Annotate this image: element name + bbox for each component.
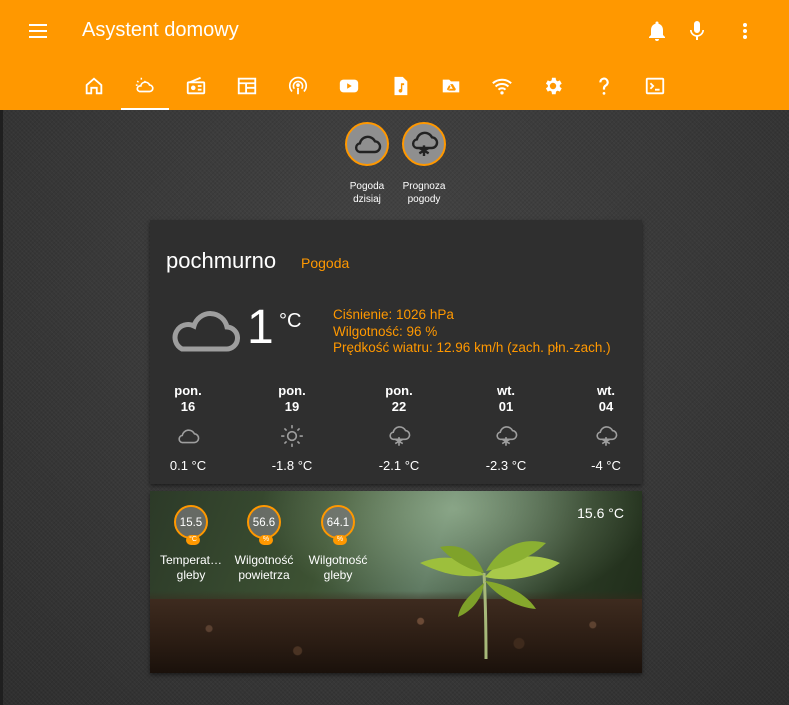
sunny-icon — [281, 425, 303, 447]
more-vert-icon[interactable] — [733, 19, 757, 43]
forecast-day: pon. 22 -2.1 °C — [359, 383, 439, 473]
cloud-icon — [172, 311, 240, 352]
wifi-icon — [492, 78, 512, 95]
tab-home[interactable] — [70, 66, 118, 110]
cloud-icon — [178, 429, 200, 444]
forecast-temp: -2.3 °C — [485, 458, 527, 473]
app-header: Asystent domowy — [0, 0, 789, 110]
forecast-day-name: wt. — [596, 383, 616, 398]
dashboard-icon — [237, 77, 257, 95]
today-weather-button[interactable]: Pogoda dzisiaj — [337, 122, 397, 206]
music-file-icon — [394, 76, 408, 96]
forecast-temp: -1.8 °C — [271, 458, 313, 473]
current-temperature: 1 — [247, 301, 274, 354]
sensor-label: gleby — [323, 568, 353, 582]
weather-attributes: Ciśnienie: 1026 hPa Wilgotność: 96 % Prę… — [333, 307, 611, 357]
forecast-date: 16 — [180, 399, 196, 414]
sensor-unit: °C — [186, 535, 200, 545]
wind-speed: Prędkość wiatru: 12.96 km/h (zach. płn.-… — [333, 340, 611, 355]
forecast-day: wt. 01 -2.3 °C — [466, 383, 546, 473]
tab-music-files[interactable] — [376, 66, 424, 110]
forecast-date: 19 — [284, 399, 300, 414]
air-humidity-sensor[interactable]: 56.6 % Wilgotność powietrza — [226, 505, 302, 583]
sensor-value: 64.1 — [326, 517, 350, 529]
tab-weather[interactable] — [121, 66, 169, 110]
forecast-day: pon. 16 0.1 °C — [148, 383, 228, 473]
today-weather-label-2: dzisiaj — [353, 194, 381, 205]
bell-icon[interactable] — [645, 19, 669, 43]
soil-humidity-sensor[interactable]: 64.1 % Wilgotność gleby — [300, 505, 376, 583]
forecast-day-name: pon. — [278, 383, 306, 398]
tab-bar — [70, 66, 770, 110]
tab-radio[interactable] — [172, 66, 220, 110]
tab-settings[interactable] — [529, 66, 577, 110]
sensor-unit: % — [259, 535, 273, 545]
youtube-icon — [339, 79, 359, 93]
left-edge — [0, 110, 3, 705]
forecast-temp: -2.1 °C — [378, 458, 420, 473]
tab-dashboard[interactable] — [223, 66, 271, 110]
app-title: Asystent domowy — [82, 19, 239, 41]
humidity: Wilgotność: 96 % — [333, 323, 438, 339]
forecast-date: 01 — [498, 399, 514, 414]
home-icon — [85, 77, 103, 95]
forecast-temp: 0.1 °C — [169, 458, 207, 473]
google-drive-folder-icon — [442, 79, 460, 93]
forecast-label-2: pogody — [407, 194, 441, 205]
tab-google-drive[interactable] — [427, 66, 475, 110]
sensor-label: Wilgotność — [308, 553, 368, 567]
tab-console[interactable] — [631, 66, 679, 110]
tab-youtube[interactable] — [325, 66, 373, 110]
radio-icon — [186, 76, 206, 95]
weather-entity-name: Pogoda — [301, 255, 350, 271]
microphone-icon[interactable] — [685, 19, 709, 43]
soil-temperature-sensor[interactable]: 15.5 °C Temperat… gleby — [153, 505, 229, 583]
temperature-unit: °C — [279, 310, 302, 332]
snow-icon — [596, 426, 618, 446]
snow-icon — [389, 426, 411, 446]
forecast-label-1: Prognoza — [402, 181, 446, 192]
garden-sensors-card: 15.6 °C 15.5 °C Temperat… gleby 56.6 % Wi… — [150, 491, 642, 673]
snow-icon — [496, 426, 518, 446]
weather-card[interactable]: pochmurno Pogoda 1 °C Ciśnienie: 1026 hP… — [150, 220, 642, 484]
sensor-label: gleby — [176, 568, 206, 582]
weather-partly-cloudy-icon — [135, 77, 154, 93]
sensor-unit: % — [333, 535, 347, 545]
sensor-badge[interactable]: 56.6 % — [247, 505, 281, 545]
sensor-label: powietrza — [238, 568, 290, 582]
today-weather-label-1: Pogoda — [349, 181, 385, 192]
forecast-temp: -4 °C — [591, 458, 621, 473]
console-icon — [645, 77, 665, 95]
sprout-image — [420, 541, 560, 660]
sensor-badge[interactable]: 64.1 % — [321, 505, 355, 545]
sensor-value: 56.6 — [252, 517, 276, 529]
podcast-icon — [288, 76, 308, 95]
tab-wifi[interactable] — [478, 66, 526, 110]
tab-help[interactable] — [580, 66, 628, 110]
forecast-button[interactable]: Prognoza pogody — [394, 122, 454, 206]
settings-icon — [545, 77, 562, 95]
weather-condition: pochmurno — [166, 248, 277, 273]
cloud-icon — [354, 135, 382, 154]
forecast-day-name: pon. — [385, 383, 413, 398]
help-icon — [599, 77, 609, 95]
sensor-label: Temperat… — [159, 553, 223, 567]
snow-cloud-icon — [411, 131, 439, 156]
pressure: Ciśnienie: 1026 hPa — [333, 307, 454, 322]
forecast-day: pon. 19 -1.8 °C — [252, 383, 332, 473]
forecast-day: wt. 04 -4 °C — [566, 383, 646, 473]
sensor-value: 15.5 — [179, 517, 203, 529]
tab-podcast[interactable] — [274, 66, 322, 110]
outside-temperature: 15.6 °C — [577, 505, 624, 521]
forecast-day-name: wt. — [496, 383, 516, 398]
forecast-day-name: pon. — [174, 383, 202, 398]
forecast-date: 04 — [598, 399, 614, 414]
sensor-label: Wilgotność — [234, 553, 294, 567]
forecast-date: 22 — [391, 399, 407, 414]
sensor-badge[interactable]: 15.5 °C — [174, 505, 208, 545]
menu-icon[interactable] — [29, 22, 49, 40]
